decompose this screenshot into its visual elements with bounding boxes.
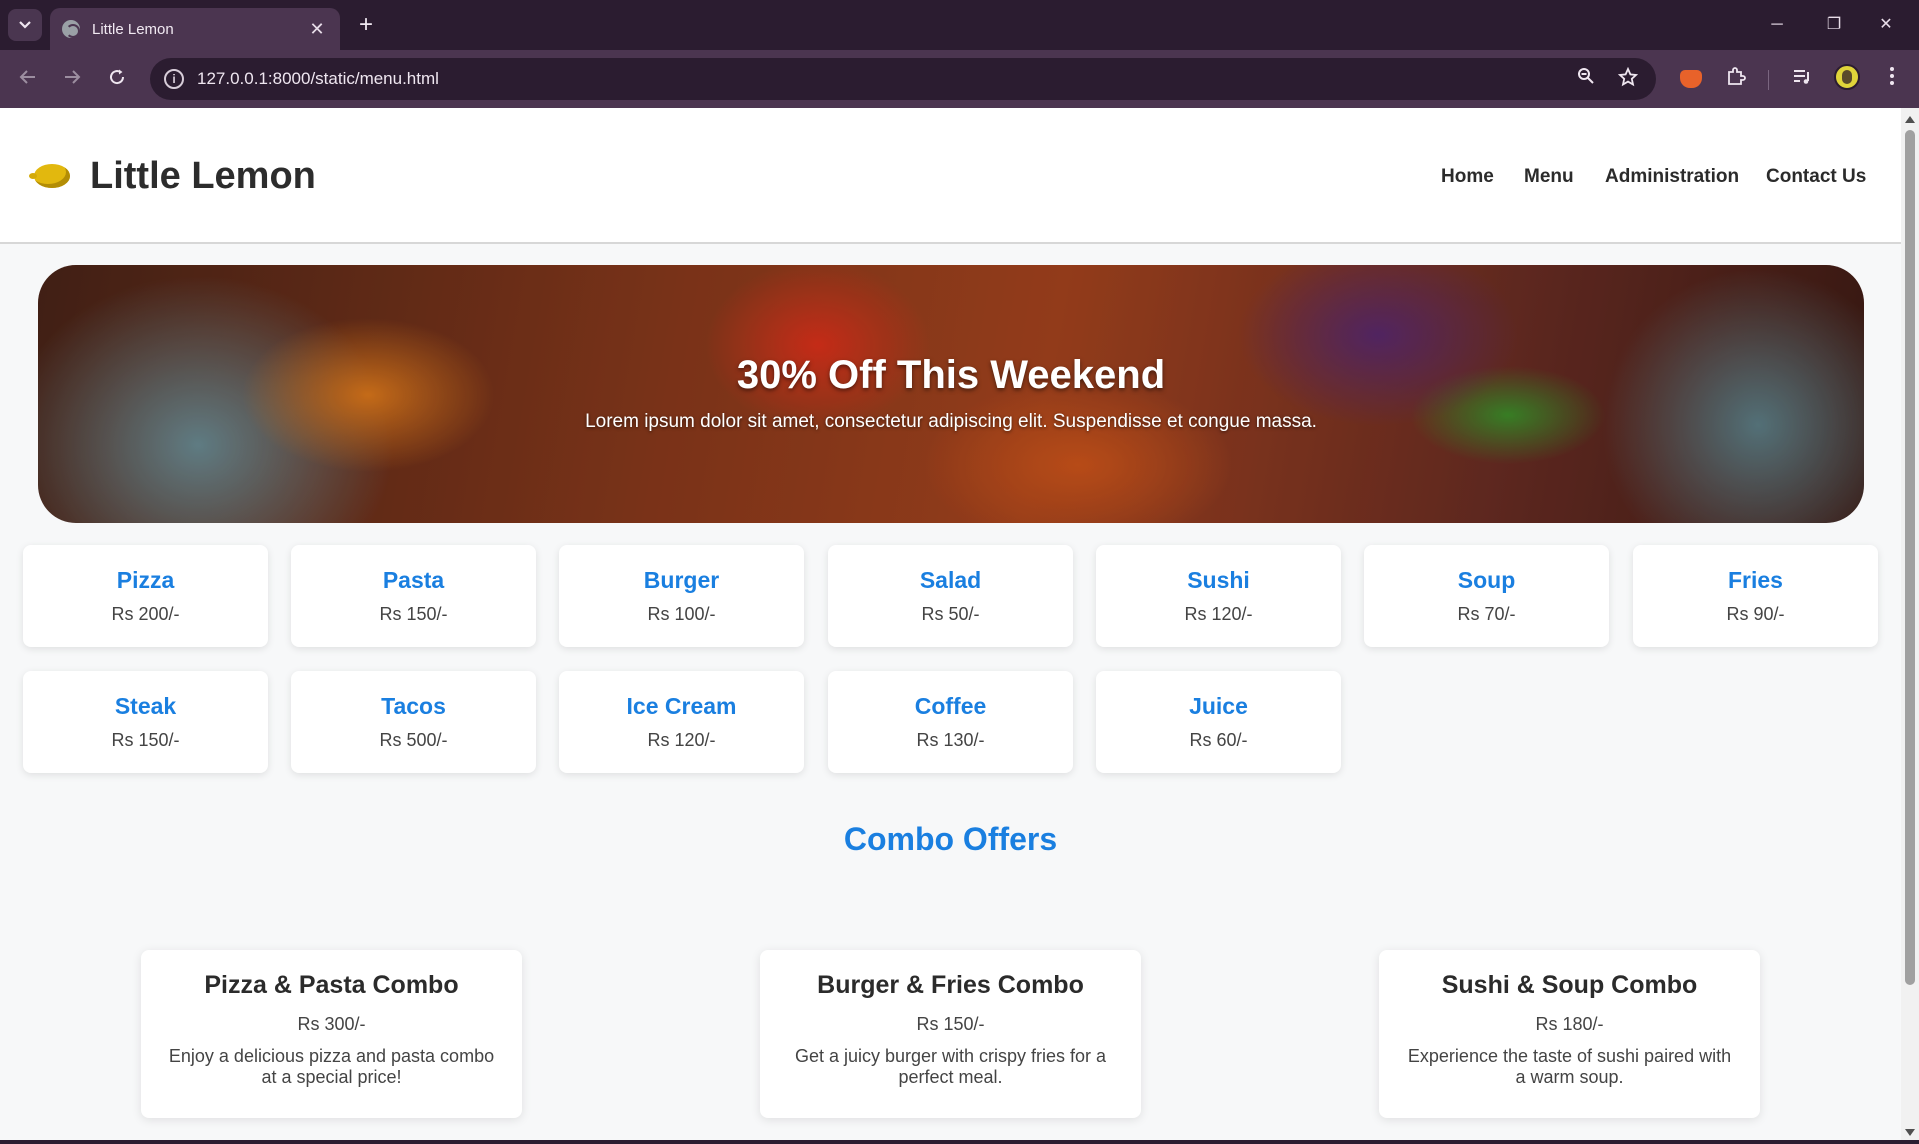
- reload-icon: [110, 69, 125, 85]
- menu-item-price: Rs 150/-: [111, 730, 180, 750]
- address-bar[interactable]: i 127.0.0.1:8000/static/menu.html: [150, 58, 1656, 100]
- extension-fox-icon[interactable]: [1680, 70, 1702, 88]
- combo-description: Experience the taste of sushi paired wit…: [1407, 1046, 1732, 1087]
- menu-item-card[interactable]: Burger Rs 100/-: [559, 545, 804, 647]
- menu-item-name: Soup: [1457, 567, 1516, 593]
- globe-icon: [62, 20, 80, 38]
- menu-item-name: Pasta: [382, 567, 445, 593]
- close-window-button[interactable]: ✕: [1866, 10, 1906, 40]
- tab-close-icon[interactable]: ✕: [306, 19, 328, 40]
- menu-item-price: Rs 50/-: [921, 604, 980, 624]
- site-info-icon[interactable]: i: [164, 69, 184, 89]
- menu-item-price: Rs 60/-: [1189, 730, 1248, 750]
- page-scrollbar[interactable]: [1901, 108, 1919, 1144]
- menu-item-name: Fries: [1728, 567, 1783, 593]
- banner-title: 30% Off This Weekend: [736, 353, 1166, 397]
- combo-price: Rs 150/-: [916, 1014, 985, 1034]
- lemon-logo-icon: [29, 164, 70, 188]
- browser-menu-icon[interactable]: [1876, 64, 1908, 96]
- combo-card[interactable]: Sushi & Soup Combo Rs 180/- Experience t…: [1379, 950, 1760, 1118]
- menu-item-price: Rs 100/-: [647, 604, 716, 624]
- combo-card[interactable]: Burger & Fries Combo Rs 150/- Get a juic…: [760, 950, 1141, 1118]
- tab-search-button[interactable]: [8, 9, 42, 41]
- arrow-left-icon: [19, 70, 35, 84]
- tab-title: Little Lemon: [92, 20, 174, 38]
- menu-item-price: Rs 500/-: [379, 730, 448, 750]
- menu-item-card[interactable]: Tacos Rs 500/-: [291, 671, 536, 773]
- site-header: Little Lemon Home Menu Administration Co…: [0, 108, 1901, 244]
- nav-link-menu[interactable]: Menu: [1524, 166, 1574, 188]
- menu-item-name: Coffee: [914, 693, 987, 719]
- restore-button[interactable]: ❐: [1814, 10, 1854, 40]
- browser-tab[interactable]: Little Lemon ✕: [50, 8, 340, 50]
- reload-button[interactable]: [101, 64, 133, 96]
- promo-banner: 30% Off This Weekend Lorem ipsum dolor s…: [38, 265, 1864, 523]
- menu-item-name: Juice: [1189, 693, 1248, 719]
- menu-item-price: Rs 130/-: [916, 730, 985, 750]
- forward-button[interactable]: [56, 64, 88, 96]
- url-text[interactable]: 127.0.0.1:8000/static/menu.html: [197, 69, 439, 89]
- menu-item-card[interactable]: Pizza Rs 200/-: [23, 545, 268, 647]
- zoom-icon[interactable]: [1574, 67, 1598, 91]
- page-viewport: Little Lemon Home Menu Administration Co…: [0, 108, 1901, 1144]
- toolbar-separator: [1768, 70, 1769, 90]
- scroll-up-arrow-icon[interactable]: [1905, 116, 1915, 123]
- menu-item-price: Rs 120/-: [647, 730, 716, 750]
- combo-price: Rs 180/-: [1535, 1014, 1604, 1034]
- combo-card[interactable]: Pizza & Pasta Combo Rs 300/- Enjoy a del…: [141, 950, 522, 1118]
- menu-item-price: Rs 150/-: [379, 604, 448, 624]
- menu-item-card[interactable]: Sushi Rs 120/-: [1096, 545, 1341, 647]
- menu-item-card[interactable]: Soup Rs 70/-: [1364, 545, 1609, 647]
- extensions-puzzle-icon[interactable]: [1720, 64, 1752, 96]
- site-title[interactable]: Little Lemon: [90, 155, 316, 198]
- menu-item-price: Rs 90/-: [1726, 604, 1785, 624]
- combo-name: Burger & Fries Combo: [817, 971, 1084, 999]
- combo-description: Get a juicy burger with crispy fries for…: [794, 1046, 1107, 1087]
- media-control-icon[interactable]: [1786, 64, 1818, 96]
- menu-item-name: Pizza: [116, 567, 175, 593]
- bookmark-star-icon[interactable]: [1616, 66, 1640, 91]
- combo-price: Rs 300/-: [297, 1014, 366, 1034]
- scroll-down-arrow-icon[interactable]: [1905, 1129, 1915, 1136]
- arrow-right-icon: [65, 70, 81, 84]
- browser-toolbar: i 127.0.0.1:8000/static/menu.html: [0, 50, 1919, 108]
- menu-item-name: Sushi: [1187, 567, 1250, 593]
- menu-item-name: Ice Cream: [626, 693, 737, 719]
- browser-tab-bar: Little Lemon ✕ + ─ ❐ ✕: [0, 0, 1919, 50]
- combo-description: Enjoy a delicious pizza and pasta combo …: [168, 1046, 495, 1087]
- minimize-button[interactable]: ─: [1757, 10, 1797, 40]
- combo-name: Pizza & Pasta Combo: [204, 971, 459, 999]
- combo-name: Sushi & Soup Combo: [1441, 971, 1698, 999]
- menu-item-name: Steak: [114, 693, 177, 719]
- menu-item-name: Salad: [919, 567, 982, 593]
- new-tab-button[interactable]: +: [352, 12, 380, 40]
- menu-item-card[interactable]: Pasta Rs 150/-: [291, 545, 536, 647]
- menu-item-card[interactable]: Fries Rs 90/-: [1633, 545, 1878, 647]
- menu-item-price: Rs 120/-: [1184, 604, 1253, 624]
- combo-offers-heading: Combo Offers: [843, 821, 1058, 857]
- menu-item-card[interactable]: Steak Rs 150/-: [23, 671, 268, 773]
- window-bottom-border: [0, 1140, 1919, 1144]
- nav-link-administration[interactable]: Administration: [1605, 166, 1739, 188]
- menu-item-card[interactable]: Coffee Rs 130/-: [828, 671, 1073, 773]
- profile-avatar[interactable]: [1834, 64, 1860, 90]
- banner-text: Lorem ipsum dolor sit amet, consectetur …: [585, 411, 1317, 432]
- menu-item-price: Rs 200/-: [111, 604, 180, 624]
- nav-link-home[interactable]: Home: [1441, 166, 1494, 188]
- menu-item-card[interactable]: Ice Cream Rs 120/-: [559, 671, 804, 773]
- menu-item-price: Rs 70/-: [1457, 604, 1516, 624]
- chevron-down-icon: [19, 21, 31, 29]
- menu-item-name: Tacos: [381, 693, 446, 719]
- scrollbar-thumb[interactable]: [1905, 130, 1915, 985]
- menu-item-card[interactable]: Juice Rs 60/-: [1096, 671, 1341, 773]
- back-button[interactable]: [12, 64, 44, 96]
- menu-item-name: Burger: [643, 567, 720, 593]
- menu-item-card[interactable]: Salad Rs 50/-: [828, 545, 1073, 647]
- nav-link-contact-us[interactable]: Contact Us: [1766, 166, 1866, 188]
